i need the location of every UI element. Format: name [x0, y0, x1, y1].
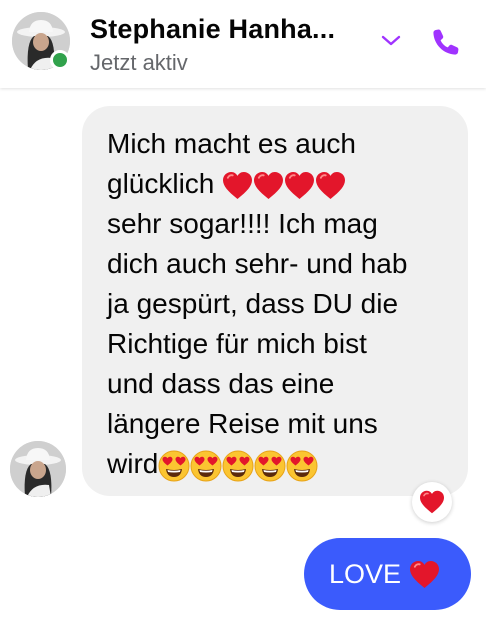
message-sender-avatar[interactable]	[10, 441, 66, 497]
heart-eyes-emoji	[254, 450, 286, 482]
message-line: längere Reise mit uns	[107, 408, 378, 439]
incoming-message-bubble[interactable]: Mich macht es auch glücklich sehr sogar!…	[82, 106, 468, 496]
sender-photo	[10, 441, 66, 497]
message-line: dich auch sehr- und hab	[107, 248, 408, 279]
heart-eyes-emoji	[286, 450, 318, 482]
red-heart-icon	[419, 490, 445, 514]
heart-eyes-emoji	[158, 450, 190, 482]
red-heart-emoji	[284, 171, 315, 200]
message-line: sehr sogar!!!! Ich mag	[107, 208, 378, 239]
outgoing-message-bubble[interactable]: LOVE	[304, 538, 471, 610]
message-line-with-emojis: wird	[107, 444, 444, 484]
message-line-with-hearts: glücklich	[107, 164, 444, 204]
heart-eyes-emoji	[190, 450, 222, 482]
message-line: wird	[107, 448, 159, 479]
message-line: glücklich	[107, 168, 215, 199]
heart-eyes-emoji	[222, 450, 254, 482]
message-line: ja gespürt, dass DU die	[107, 288, 399, 319]
red-heart-emoji	[315, 171, 346, 200]
chat-header: Stephanie Hanha... Jetzt aktiv	[0, 0, 486, 88]
online-status-dot	[50, 50, 70, 70]
red-heart-emoji	[253, 171, 284, 200]
outgoing-message-text: LOVE	[329, 558, 402, 589]
message-line: Richtige für mich bist	[107, 328, 367, 359]
red-heart-emoji	[409, 560, 440, 589]
message-line: Mich macht es auch	[107, 128, 356, 159]
contact-name[interactable]: Stephanie Hanha...	[90, 14, 335, 45]
phone-icon[interactable]	[430, 26, 462, 58]
message-line: und dass das eine	[107, 368, 335, 399]
contact-status: Jetzt aktiv	[90, 50, 188, 75]
chevron-down-icon[interactable]	[380, 32, 402, 48]
heart-reaction-badge[interactable]	[412, 482, 452, 522]
red-heart-emoji	[222, 171, 253, 200]
